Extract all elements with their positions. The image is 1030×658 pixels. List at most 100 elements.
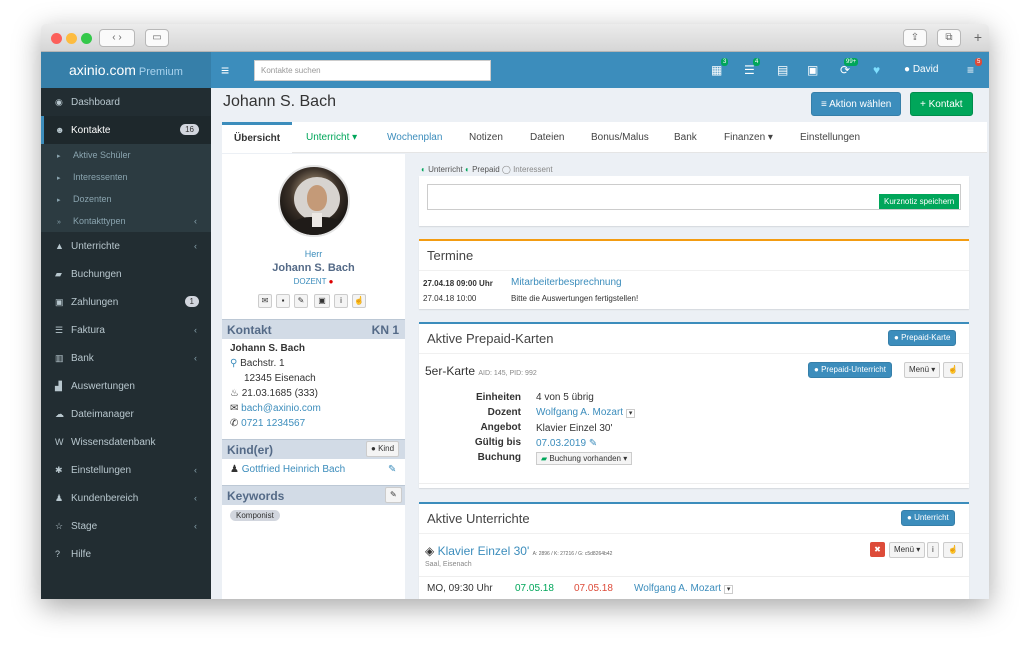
- question-icon: ?: [55, 549, 61, 559]
- cloud-icon: ☁: [55, 409, 64, 419]
- bar-chart-icon: ▟: [55, 381, 62, 391]
- keyword-tag[interactable]: Komponist: [230, 510, 280, 521]
- sidebar-subitem-kontakttypen[interactable]: » Kontakttypen ‹: [41, 210, 211, 232]
- gueltig-link[interactable]: 07.03.2019: [536, 438, 586, 449]
- sidebar-item-kundenbereich[interactable]: ♟ Kundenbereich ‹: [41, 484, 211, 512]
- add-prepaid-card-button[interactable]: ● Prepaid-Karte: [888, 330, 957, 346]
- search-input[interactable]: Kontakte suchen: [254, 60, 491, 81]
- phone-link[interactable]: 0721 1234567: [241, 418, 305, 429]
- id-card-icon[interactable]: ▣: [314, 294, 330, 308]
- tab-notizen[interactable]: Notizen: [469, 122, 503, 153]
- tab-einstellungen[interactable]: Einstellungen: [800, 122, 860, 153]
- edit-child-icon[interactable]: ✎: [388, 464, 396, 475]
- toggle-off-icon[interactable]: ◯: [502, 165, 511, 174]
- sidebar-item-faktura[interactable]: ☰ Faktura ‹: [41, 316, 211, 344]
- hand-icon[interactable]: ☝: [943, 542, 963, 558]
- sidebar-item-label: Bank: [71, 353, 94, 364]
- sidebar-subitem-interessenten[interactable]: ▸ Interessenten: [41, 166, 211, 188]
- calendar-icon[interactable]: ▦: [711, 52, 722, 88]
- tab-finanzen[interactable]: Finanzen ▾: [724, 122, 773, 153]
- sidebar-item-hilfe[interactable]: ? Hilfe: [41, 540, 211, 568]
- add-child-label: Kind: [378, 444, 395, 453]
- appointments-title: Termine: [419, 241, 969, 271]
- teacher-dropdown-icon[interactable]: ▾: [723, 585, 734, 594]
- new-tab-icon[interactable]: +: [969, 29, 987, 47]
- action-select-button[interactable]: ≡ Aktion wählen: [811, 92, 902, 116]
- sidebar-item-auswertungen[interactable]: ▟ Auswertungen: [41, 372, 211, 400]
- card-menu-button[interactable]: Menü ▾: [904, 362, 941, 378]
- edit-keywords-icon[interactable]: ✎: [385, 487, 402, 503]
- close-window-button[interactable]: [51, 33, 62, 44]
- action-select-label: Aktion wählen: [829, 99, 892, 110]
- dozent-link[interactable]: Wolfgang A. Mozart: [536, 407, 623, 418]
- sidebar-item-wissensdatenbank[interactable]: W Wissensdatenbank: [41, 428, 211, 456]
- tabs-icon[interactable]: ⧉: [937, 29, 961, 47]
- menu-toggle-icon[interactable]: ≡: [221, 52, 229, 88]
- zoom-window-button[interactable]: [81, 33, 92, 44]
- card-ids: AID: 145, PID: 992: [478, 370, 537, 377]
- child-link[interactable]: Gottfried Heinrich Bach: [242, 464, 345, 475]
- add-child-button[interactable]: ● Kind: [366, 441, 400, 457]
- info-icon[interactable]: i: [334, 294, 348, 308]
- heart-icon[interactable]: ♥: [873, 52, 880, 88]
- tab-bank[interactable]: Bank: [674, 122, 697, 153]
- sidebar-item-bank[interactable]: ▥ Bank ‹: [41, 344, 211, 372]
- sidebar-item-dateimanager[interactable]: ☁ Dateimanager: [41, 400, 211, 428]
- tab-unterricht[interactable]: Unterricht ▾: [306, 122, 357, 153]
- add-lesson-button[interactable]: ● Unterricht: [901, 510, 955, 526]
- lesson-teacher[interactable]: Wolfgang A. Mozart: [634, 583, 721, 594]
- sidebar-toggle-icon[interactable]: ▭: [145, 29, 169, 47]
- label-dozent: Dozent: [487, 407, 521, 418]
- mail-icon[interactable]: ✉: [258, 294, 272, 308]
- booking-dropdown[interactable]: ▰ Buchung vorhanden ▾: [536, 452, 633, 465]
- card-icon[interactable]: ▣: [807, 52, 818, 88]
- tab-dateien[interactable]: Dateien: [530, 122, 564, 153]
- hand-icon[interactable]: ☝: [943, 362, 963, 378]
- sidebar-item-stage[interactable]: ☆ Stage ‹: [41, 512, 211, 540]
- tasks-icon[interactable]: ☰: [744, 52, 755, 88]
- back-forward-buttons[interactable]: ‹ ›: [99, 29, 135, 47]
- sidebar-item-buchungen[interactable]: ▰ Buchungen: [41, 260, 211, 288]
- brand-logo[interactable]: axinio.com Premium: [41, 52, 211, 88]
- add-contact-button[interactable]: + Kontakt: [910, 92, 973, 116]
- sidebar-item-dashboard[interactable]: ◉ Dashboard: [41, 88, 211, 116]
- course-location: Saal, Eisenach: [425, 561, 472, 568]
- value-gueltig: 07.03.2019 ✎: [536, 436, 635, 451]
- appointment-subject[interactable]: Mitarbeiterbesprechnung: [511, 277, 622, 288]
- toggle-on-icon[interactable]: ◐: [421, 165, 426, 174]
- lesson-menu-button[interactable]: Menü ▾: [889, 542, 926, 558]
- sidebar-subitem-aktive-schueler[interactable]: ▸ Aktive Schüler: [41, 144, 211, 166]
- save-note-button[interactable]: Kurznotiz speichern: [879, 194, 960, 209]
- minimize-window-button[interactable]: [66, 33, 77, 44]
- tab-bonus-malus[interactable]: Bonus/Malus: [591, 122, 649, 153]
- share-icon[interactable]: ⇪: [903, 29, 927, 47]
- edit-icon[interactable]: ✎: [294, 294, 308, 308]
- hand-icon[interactable]: ☝: [352, 294, 366, 308]
- document-icon[interactable]: ▤: [777, 52, 788, 88]
- sidebar-subitem-dozenten[interactable]: ▸ Dozenten: [41, 188, 211, 210]
- dashboard-icon: ◉: [55, 97, 63, 107]
- settings-menu-icon[interactable]: ≡: [967, 52, 974, 88]
- role-label: DOZENT ●: [222, 277, 405, 286]
- tab-wochenplan[interactable]: Wochenplan: [387, 122, 442, 153]
- value-angebot: Klavier Einzel 30': [536, 423, 613, 434]
- sidebar-item-zahlungen[interactable]: ▣ Zahlungen 1: [41, 288, 211, 316]
- note-icon[interactable]: ▪: [276, 294, 290, 308]
- status-interessent: Interessent: [513, 165, 553, 174]
- sidebar-subitem-label: Interessenten: [73, 172, 128, 182]
- info-icon[interactable]: i: [927, 542, 939, 558]
- sidebar-item-kontakte[interactable]: ☻ Kontakte 16: [41, 116, 211, 144]
- prepaid-lesson-button[interactable]: ● Prepaid-Unterricht: [808, 362, 892, 378]
- dozent-dropdown-icon[interactable]: ▾: [625, 409, 636, 418]
- pencil-icon[interactable]: ✎: [589, 438, 597, 449]
- email-link[interactable]: bach@axinio.com: [241, 403, 321, 414]
- toggle-on-icon[interactable]: ◐: [465, 165, 470, 174]
- tab-bar: Übersicht Unterricht ▾ Wochenplan Notize…: [222, 122, 987, 153]
- sidebar-item-unterrichte[interactable]: ▲ Unterrichte ‹: [41, 232, 211, 260]
- user-menu[interactable]: ● David: [904, 52, 938, 88]
- delete-icon[interactable]: ✖: [870, 542, 885, 557]
- sidebar-item-label: Kontakte: [71, 125, 111, 136]
- sidebar-item-einstellungen[interactable]: ✱ Einstellungen ‹: [41, 456, 211, 484]
- tab-uebersicht[interactable]: Übersicht: [222, 122, 293, 153]
- course-link[interactable]: Klavier Einzel 30': [438, 544, 530, 558]
